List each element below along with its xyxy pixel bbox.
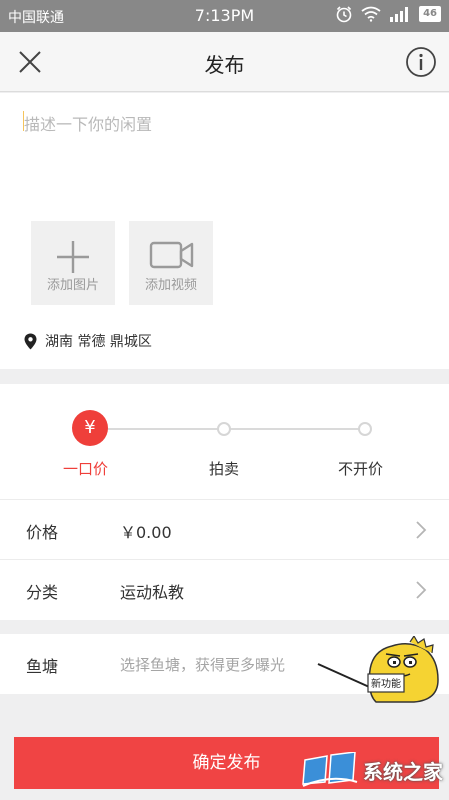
- alarm-icon: [336, 6, 352, 23]
- category-label: 分类: [26, 583, 59, 602]
- price-value: ￥0.00: [120, 523, 172, 542]
- new-feature-mascot: 新功能: [317, 636, 439, 703]
- description-input[interactable]: 描述一下你的闲置: [24, 111, 152, 135]
- chevron-right-icon: [416, 581, 427, 599]
- status-bar: 中国联通 7:13PM 46: [0, 0, 449, 32]
- location-pin-icon: [24, 333, 37, 349]
- price-mode-track: [100, 428, 364, 430]
- signal-icon: [390, 7, 409, 22]
- add-image-button[interactable]: 添加图片: [31, 221, 115, 305]
- price-mode-selector: ¥ 一口价 拍卖 不开价: [0, 384, 449, 499]
- price-mode-auction-label[interactable]: 拍卖: [209, 458, 239, 479]
- watermark: 系统之家: [301, 752, 443, 788]
- price-mode-open-toggle[interactable]: [358, 422, 372, 436]
- category-value: 运动私教: [120, 583, 185, 602]
- pond-input[interactable]: 选择鱼塘，获得更多曝光: [120, 654, 285, 675]
- add-image-label: 添加图片: [46, 278, 99, 293]
- wifi-icon: [361, 6, 381, 22]
- battery-icon: 46: [419, 6, 441, 22]
- location-row[interactable]: 湖南 常德 鼎城区: [24, 331, 152, 351]
- compose-section: 描述一下你的闲置 添加图片 添加视频 湖南 常德 鼎城区: [0, 93, 449, 369]
- price-mode-fixed-label[interactable]: 一口价: [63, 458, 108, 479]
- chevron-right-icon: [416, 521, 427, 539]
- header-bar: 发布: [0, 32, 449, 92]
- add-video-label: 添加视频: [144, 278, 197, 293]
- price-row[interactable]: 价格 ￥0.00: [0, 500, 449, 560]
- status-icons: 46: [335, 5, 441, 23]
- watermark-text: 系统之家: [363, 759, 443, 784]
- price-mode-fixed-toggle[interactable]: ¥: [72, 410, 108, 446]
- price-mode-auction-toggle[interactable]: [217, 422, 231, 436]
- video-camera-icon: [149, 241, 194, 269]
- pond-label: 鱼塘: [26, 657, 59, 676]
- category-row[interactable]: 分类 运动私教: [0, 560, 449, 620]
- location-text: 湖南 常德 鼎城区: [45, 334, 152, 350]
- info-icon[interactable]: [405, 46, 437, 78]
- price-mode-open-label[interactable]: 不开价: [338, 458, 383, 479]
- plus-icon: [57, 241, 89, 273]
- price-label: 价格: [26, 523, 59, 542]
- site-logo-icon: [302, 752, 358, 787]
- add-video-button[interactable]: 添加视频: [129, 221, 213, 305]
- page-title: 发布: [204, 53, 245, 77]
- mascot-sign-text: 新功能: [371, 677, 401, 690]
